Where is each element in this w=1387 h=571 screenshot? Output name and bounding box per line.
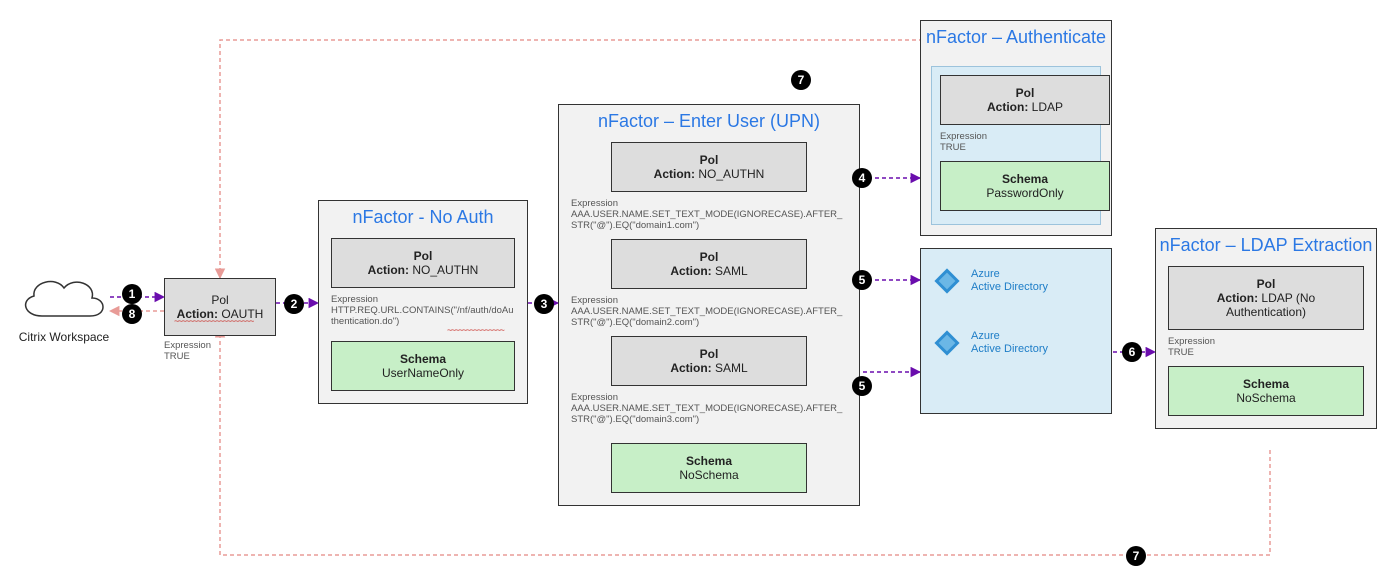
pol-box: Pol Action: NO_AUTHN [331,238,515,288]
pol-box: Pol Action: SAML [611,239,807,289]
diagram-canvas: Citrix Workspace Pol Action: OAUTH ~~~~~… [0,0,1387,571]
azure-ad-icon [933,267,961,295]
schema-box: Schema NoSchema [1168,366,1364,416]
schema-box: Schema UserNameOnly [331,341,515,391]
schema-box: Schema PasswordOnly [940,161,1110,211]
step-badge: 5 [852,270,872,290]
azure-ad-icon [933,329,961,357]
nfactor-upn: nFactor – Enter User (UPN) Pol Action: N… [558,104,860,506]
nfactor-no-auth: nFactor - No Auth Pol Action: NO_AUTHN E… [318,200,528,404]
pol-box: Pol Action: NO_AUTHN [611,142,807,192]
step-badge: 6 [1122,342,1142,362]
cloud-icon [14,270,110,328]
step-badge: 5 [852,376,872,396]
pol-box: Pol Action: LDAP (No Authentication) [1168,266,1364,330]
auth-inner-panel: Pol Action: LDAP Expression TRUE Schema … [931,66,1101,225]
schema-box: Schema NoSchema [611,443,807,493]
cloud-label: Citrix Workspace [4,330,124,344]
step-badge: 8 [122,304,142,324]
pol-box: Pol Action: SAML [611,336,807,386]
step-badge: 7 [791,70,811,90]
azure-ad-box: Azure Active Directory Azure Active Dire… [920,248,1112,414]
step-badge: 7 [1126,546,1146,566]
nfactor-authenticate: nFactor – Authenticate Pol Action: LDAP … [920,20,1112,236]
azure-entry: Azure Active Directory [933,267,1099,295]
nfactor-title: nFactor - No Auth [319,207,527,228]
spellcheck-underline: ~~~~~~~~~~~~~~~~~~~~~ [174,316,266,326]
nfactor-ldap-extraction: nFactor – LDAP Extraction Pol Action: LD… [1155,228,1377,429]
nfactor-title: nFactor – Authenticate [921,27,1111,48]
step-badge: 2 [284,294,304,314]
step-badge: 4 [852,168,872,188]
oauth-node: Pol Action: OAUTH [164,278,276,336]
step-badge: 1 [122,284,142,304]
oauth-expr: Expression TRUE [164,336,211,370]
nfactor-title: nFactor – LDAP Extraction [1156,235,1376,256]
pol-label: Pol [169,293,271,307]
step-badge: 3 [534,294,554,314]
nfactor-title: nFactor – Enter User (UPN) [559,111,859,132]
pol-box: Pol Action: LDAP [940,75,1110,125]
azure-entry: Azure Active Directory [933,329,1099,357]
